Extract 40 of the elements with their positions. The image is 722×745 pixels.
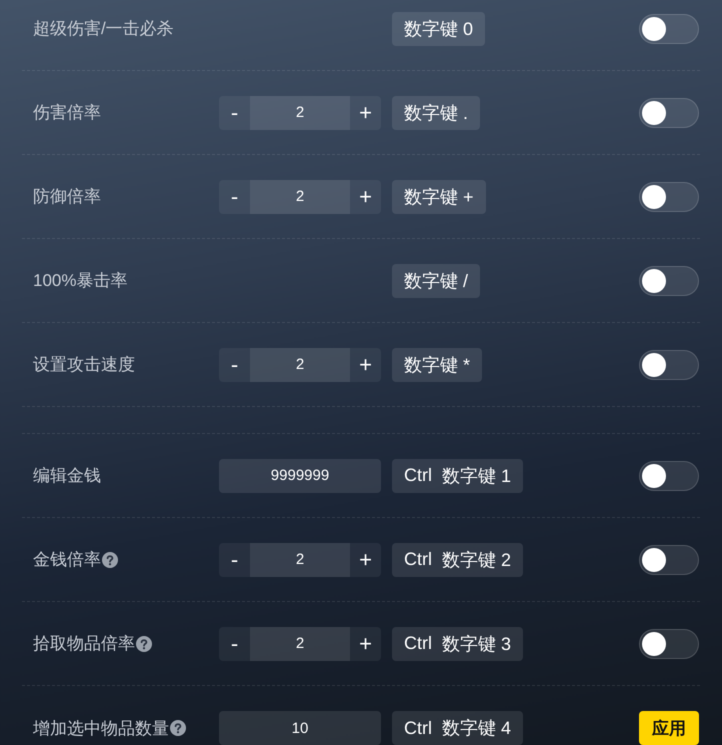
toggle-switch[interactable]	[639, 460, 699, 490]
hotkey-chip[interactable]: 数字键 *	[392, 348, 482, 382]
toggle-switch[interactable]	[639, 350, 699, 380]
decrement-button[interactable]: -	[219, 626, 250, 660]
hotkey-chip[interactable]: 数字键 /	[392, 264, 480, 298]
decrement-button[interactable]: -	[219, 542, 250, 576]
hotkey-chip[interactable]: Ctrl 数字键 1	[392, 458, 524, 492]
increment-button[interactable]: +	[350, 96, 381, 130]
option-label: 设置攻击速度	[33, 354, 135, 376]
increment-button[interactable]: +	[350, 626, 381, 660]
hotkey-chip[interactable]: 数字键 0	[392, 12, 486, 46]
toggle-switch[interactable]	[639, 182, 699, 212]
hotkey-chip[interactable]: 数字键 +	[392, 180, 486, 214]
help-icon[interactable]	[102, 552, 118, 568]
hotkey-chip[interactable]: Ctrl 数字键 4	[392, 711, 524, 745]
toggle-switch[interactable]	[639, 544, 699, 574]
increment-button[interactable]: +	[350, 348, 381, 382]
help-icon[interactable]	[136, 636, 152, 652]
decrement-button[interactable]: -	[219, 348, 250, 382]
option-label: 超级伤害/一击必杀	[33, 18, 174, 40]
toggle-switch[interactable]	[639, 14, 699, 44]
decrement-button[interactable]: -	[219, 180, 250, 214]
option-label: 增加选中物品数量	[33, 718, 169, 740]
increment-button[interactable]: +	[350, 180, 381, 214]
increment-button[interactable]: +	[350, 542, 381, 576]
toggle-switch[interactable]	[639, 98, 699, 128]
help-icon[interactable]	[170, 720, 186, 736]
toggle-switch[interactable]	[639, 266, 699, 296]
option-label: 防御倍率	[33, 186, 101, 208]
hotkey-chip[interactable]: 数字键 .	[392, 96, 480, 130]
option-label: 100%暴击率	[33, 270, 128, 292]
hotkey-chip[interactable]: Ctrl 数字键 3	[392, 626, 524, 660]
option-label: 编辑金钱	[33, 465, 101, 487]
option-label: 伤害倍率	[33, 102, 101, 124]
hotkey-chip[interactable]: Ctrl 数字键 2	[392, 542, 524, 576]
toggle-switch[interactable]	[639, 628, 699, 658]
option-label: 拾取物品倍率	[33, 633, 135, 655]
apply-button[interactable]: 应用	[639, 711, 699, 745]
option-label: 金钱倍率	[33, 549, 101, 571]
decrement-button[interactable]: -	[219, 96, 250, 130]
